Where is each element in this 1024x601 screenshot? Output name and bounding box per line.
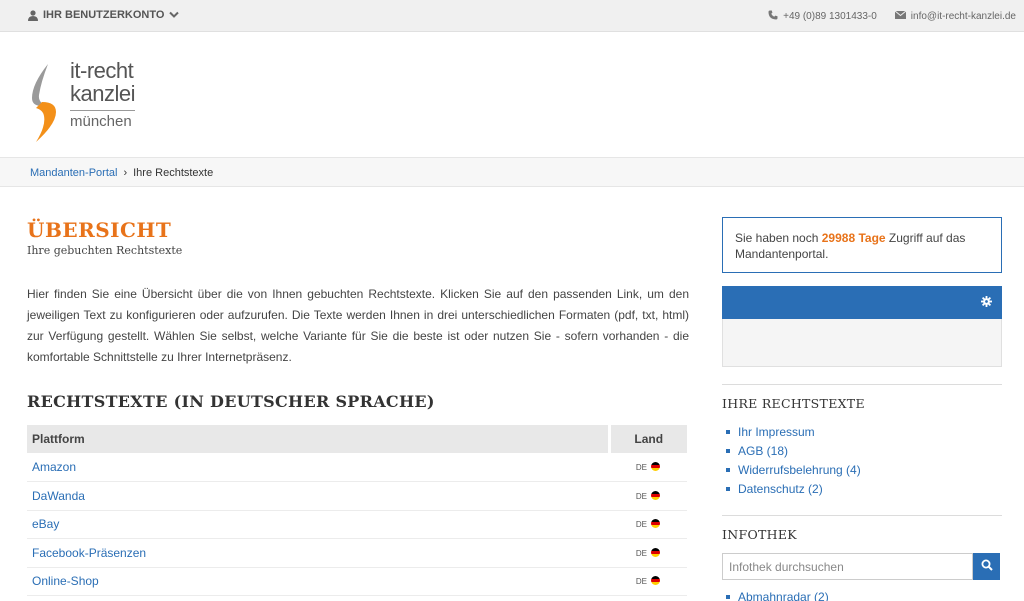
german-flag-icon bbox=[651, 519, 661, 529]
table-header-row: Plattform Land bbox=[27, 425, 687, 453]
top-bar: IHR BENUTZERKONTO +49 (0)89 1301433-0 in… bbox=[0, 0, 1024, 32]
german-flag-icon bbox=[651, 576, 661, 586]
platform-link-amazon[interactable]: Amazon bbox=[32, 460, 76, 474]
breadcrumb-separator: › bbox=[123, 167, 128, 179]
rechtstexte-list: Ihr Impressum AGB (18) Widerrufsbelehrun… bbox=[722, 422, 861, 498]
list-item: AGB (18) bbox=[722, 441, 861, 460]
link-impressum[interactable]: Ihr Impressum bbox=[738, 425, 815, 439]
platform-link-online-shop[interactable]: Online-Shop bbox=[32, 574, 99, 588]
settings-panel-body bbox=[722, 319, 1002, 367]
page-subtitle: Ihre gebuchten Rechtstexte bbox=[27, 244, 183, 257]
page-title: ÜBERSICHT bbox=[27, 218, 172, 242]
german-flag-icon bbox=[651, 462, 661, 471]
platform-link-dawanda[interactable]: DaWanda bbox=[32, 489, 85, 503]
country-code: DE bbox=[635, 520, 647, 530]
logo-mark-icon bbox=[32, 64, 56, 142]
column-header-country: Land bbox=[607, 425, 687, 453]
table-row: DaWanda DE bbox=[27, 481, 687, 511]
table-row: eBay DE bbox=[27, 510, 687, 539]
table-row: Amazon DE bbox=[27, 453, 687, 482]
link-datenschutz[interactable]: Datenschutz (2) bbox=[738, 482, 823, 496]
logo-line-1: it-recht bbox=[70, 58, 134, 83]
platform-link-ebay[interactable]: eBay bbox=[32, 517, 59, 531]
sidebar-divider bbox=[722, 515, 1002, 516]
german-flag-icon bbox=[651, 547, 661, 557]
table-row: Facebook-Präsenzen DE bbox=[27, 538, 687, 568]
list-item: Widerrufsbelehrung (4) bbox=[722, 460, 861, 479]
settings-panel-header bbox=[722, 286, 1002, 319]
breadcrumb-home-link[interactable]: Mandanten-Portal bbox=[30, 167, 117, 179]
access-info-box: Sie haben noch 29988 Tage Zugriff auf da… bbox=[722, 217, 1002, 273]
link-agb[interactable]: AGB (18) bbox=[738, 444, 788, 458]
account-label: IHR BENUTZERKONTO bbox=[43, 9, 165, 21]
link-abmahnradar[interactable]: Abmahnradar (2) bbox=[738, 590, 829, 601]
infothek-search-input[interactable] bbox=[722, 553, 973, 580]
phone-number[interactable]: +49 (0)89 1301433-0 bbox=[783, 11, 877, 22]
gear-icon[interactable] bbox=[981, 296, 992, 310]
country-code: DE bbox=[635, 577, 647, 587]
section-title: RECHTSTEXTE (IN DEUTSCHER SPRACHE) bbox=[27, 392, 435, 411]
chevron-down-icon bbox=[169, 11, 180, 19]
column-header-platform: Plattform bbox=[27, 425, 609, 453]
infothek-list: Abmahnradar (2) bbox=[722, 587, 829, 601]
infothek-search bbox=[722, 553, 1000, 580]
table-row: Online-Shop DE bbox=[27, 567, 687, 596]
list-item: Abmahnradar (2) bbox=[722, 587, 829, 601]
country-code: DE bbox=[635, 463, 647, 472]
logo-line-2: kanzlei bbox=[70, 81, 135, 106]
account-menu-toggle[interactable]: IHR BENUTZERKONTO bbox=[28, 9, 180, 21]
platform-link-facebook[interactable]: Facebook-Präsenzen bbox=[32, 546, 146, 560]
breadcrumb-bar: Mandanten-Portal › Ihre Rechtstexte bbox=[0, 157, 1024, 187]
infothek-title: INFOTHEK bbox=[722, 527, 797, 542]
intro-text: Hier finden Sie eine Übersicht über die … bbox=[27, 287, 689, 364]
access-prefix: Sie haben noch bbox=[735, 231, 822, 245]
search-icon bbox=[981, 559, 993, 574]
rechtstexte-sidebar-title: IHRE RECHTSTEXTE bbox=[722, 396, 865, 411]
breadcrumb-current: Ihre Rechtstexte bbox=[133, 167, 214, 179]
search-button[interactable] bbox=[973, 553, 1000, 580]
list-item: Ihr Impressum bbox=[722, 422, 861, 441]
user-icon bbox=[28, 9, 38, 21]
envelope-icon bbox=[894, 10, 907, 22]
german-flag-icon bbox=[651, 490, 661, 500]
logo-line-3: münchen bbox=[70, 110, 135, 133]
company-logo[interactable]: it-recht kanzlei münchen bbox=[26, 60, 166, 144]
list-item: Datenschutz (2) bbox=[722, 479, 861, 498]
phone-icon bbox=[768, 10, 778, 23]
link-widerrufsbelehrung[interactable]: Widerrufsbelehrung (4) bbox=[738, 463, 861, 477]
access-days: 29988 Tage bbox=[821, 231, 886, 245]
country-code: DE bbox=[635, 548, 647, 558]
contact-info: +49 (0)89 1301433-0 info@it-recht-kanzle… bbox=[768, 10, 1016, 23]
rechtstexte-table: Plattform Land Amazon DE DaWanda DE eBay… bbox=[27, 425, 687, 596]
breadcrumb: Mandanten-Portal › Ihre Rechtstexte bbox=[30, 167, 213, 179]
logo-text: it-recht kanzlei münchen bbox=[70, 60, 135, 133]
sidebar-divider bbox=[722, 384, 1002, 385]
email-link[interactable]: info@it-recht-kanzlei.de bbox=[911, 11, 1016, 22]
country-code: DE bbox=[635, 491, 647, 501]
